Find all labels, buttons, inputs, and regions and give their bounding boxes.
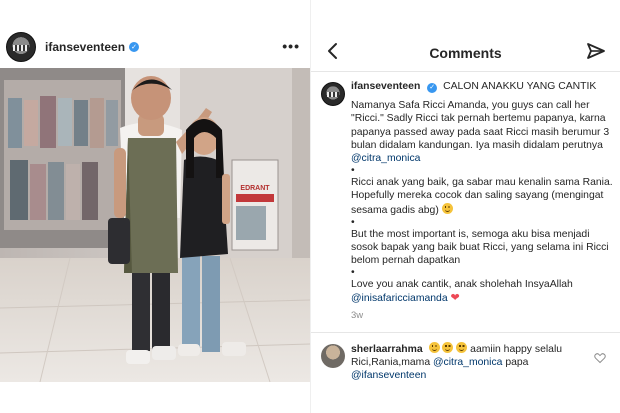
caption-header-line: ifanseventeen ✓ CALON ANAKKU YANG CANTIK [351,80,613,93]
caption-paragraph-2-text: Ricci anak yang baik, ga sabar mau kenal… [351,177,613,216]
verified-badge-icon: ✓ [427,82,438,93]
bullet-separator: • [351,216,355,228]
caption-paragraph-4-text: Love you anak cantik, anak sholehah Insy… [351,279,573,291]
smile-emoji-icon [442,342,454,353]
bullet-separator: • [351,267,355,279]
comments-panel: Comments ifanseventeen ✓ CALON ANAKKU YA… [311,0,620,413]
post-author-username[interactable]: ifanseventeen [45,40,125,54]
smile-emoji-icon [428,342,440,353]
caption-title: CALON ANAKKU YANG CANTIK [443,81,597,92]
comment-text: sherlaarrahma aamiin happy selalu Rici,R… [351,342,591,383]
caption-timestamp: 3w [351,309,364,321]
post-header: ifanseventeen ✓ ••• [0,30,310,64]
caption-paragraph-4: Love you anak cantik, anak sholehah Insy… [351,278,613,304]
caption-paragraph-2: Ricci anak yang baik, ga sabar mau kenal… [351,176,613,217]
mention-link[interactable]: @ifanseventeen [351,370,426,381]
header-divider [311,71,620,72]
comment-divider [311,332,620,333]
hydrant-sign-text: EDRANT [240,185,270,192]
post-panel: ifanseventeen ✓ ••• EDRANT [0,0,310,413]
mention-link[interactable]: @citra_monica [351,153,420,164]
comments-header: Comments [311,36,620,68]
caption-text: ifanseventeen ✓ CALON ANAKKU YANG CANTIK… [351,80,613,322]
mention-link[interactable]: @inisafaricciamanda [351,293,448,304]
caption-paragraph-1: Namanya Safa Ricci Amanda, you guys can … [351,99,613,165]
red-heart-emoji-icon: ❤ [450,291,460,304]
caption-paragraph-1-text: Namanya Safa Ricci Amanda, you guys can … [351,100,610,151]
comment-body-text-2: papa [502,357,529,369]
heart-outline-icon[interactable] [594,352,606,364]
post-photo-image: EDRANT [0,68,310,382]
caption-author-username[interactable]: ifanseventeen [351,81,420,92]
smile-emoji-icon [456,342,468,353]
verified-badge-icon: ✓ [129,42,140,52]
smile-emoji-icon [441,202,453,214]
bullet-separator: • [351,165,355,177]
mention-link[interactable]: @citra_monica [433,357,502,368]
post-author-avatar[interactable] [6,32,36,62]
caption-author-avatar[interactable] [321,82,345,106]
commenter-username[interactable]: sherlaarrahma [351,344,423,355]
post-photo[interactable]: EDRANT [0,68,310,382]
caption-paragraph-3: But the most important is, semoga aku bi… [351,228,609,267]
more-options-button[interactable]: ••• [282,38,300,54]
commenter-avatar[interactable] [321,344,345,368]
paper-plane-icon[interactable] [586,41,606,61]
comments-title: Comments [429,45,502,61]
